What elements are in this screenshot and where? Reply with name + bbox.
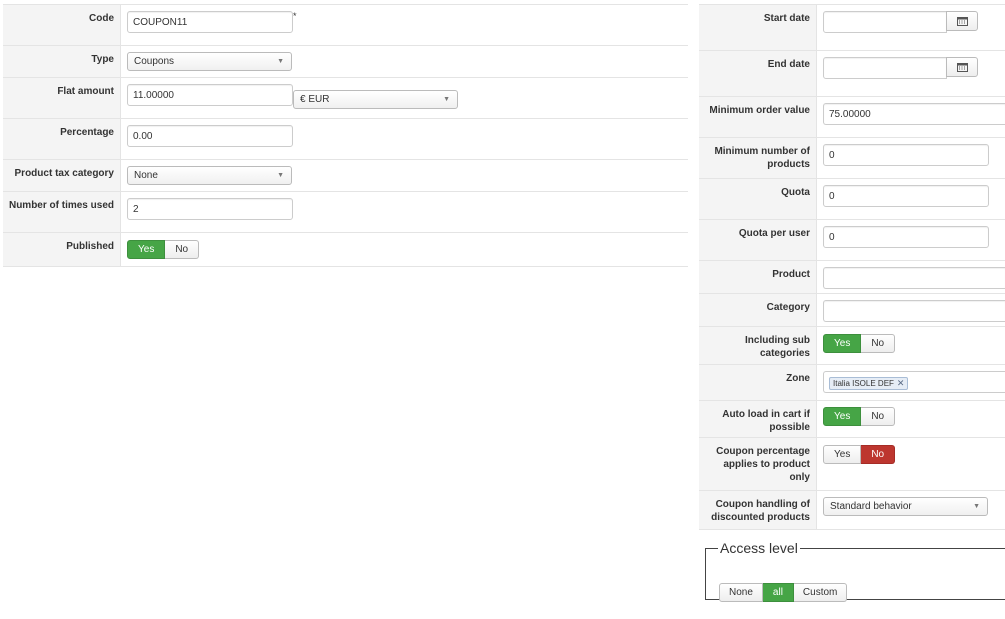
flat-amount-input[interactable] [127, 84, 293, 106]
code-label: Code [3, 5, 121, 46]
chevron-down-icon: ▼ [277, 172, 284, 179]
percentage-input[interactable] [127, 125, 293, 147]
quota-row: Quota [699, 178, 1005, 220]
access-level-toggle: None all Custom [719, 583, 848, 602]
discounted-label: Coupon handling of discounted products [699, 491, 817, 529]
discounted-select[interactable]: Standard behavior ▼ [823, 497, 988, 516]
close-icon[interactable]: ✕ [897, 378, 905, 388]
type-row: Type Coupons ▼ [3, 45, 688, 78]
sub-categories-no-button[interactable]: No [861, 334, 896, 353]
access-all-button[interactable]: all [762, 583, 794, 602]
sub-categories-label: Including sub categories [699, 327, 817, 365]
category-label: Category [699, 294, 817, 327]
tax-category-select[interactable]: None ▼ [127, 166, 292, 185]
times-used-input[interactable] [127, 198, 293, 220]
sub-categories-toggle: Yes No [823, 334, 896, 353]
tax-category-label: Product tax category [3, 160, 121, 192]
type-label: Type [3, 46, 121, 78]
type-select-value: Coupons [134, 56, 175, 67]
zone-row: Zone Italia ISOLE DEF ✕ [699, 364, 1005, 401]
quota-input[interactable] [823, 185, 989, 207]
chevron-down-icon: ▼ [277, 58, 284, 65]
pct-product-no-button[interactable]: No [861, 445, 896, 464]
min-order-input[interactable] [823, 103, 1005, 125]
flat-amount-label: Flat amount [3, 78, 121, 119]
quota-user-input[interactable] [823, 226, 989, 248]
times-used-row: Number of times used [3, 191, 688, 233]
access-level-fieldset: Access level None all Custom [705, 540, 1005, 602]
auto-load-label: Auto load in cart if possible [699, 401, 817, 438]
tax-category-select-value: None [134, 170, 158, 181]
start-date-label: Start date [699, 5, 817, 51]
pct-product-yes-button[interactable]: Yes [823, 445, 862, 464]
pct-product-toggle: Yes No [823, 445, 896, 464]
min-order-label: Minimum order value [699, 97, 817, 138]
zone-label: Zone [699, 365, 817, 401]
percentage-row: Percentage [3, 118, 688, 160]
category-input[interactable] [823, 300, 1005, 322]
auto-load-no-button[interactable]: No [861, 407, 896, 426]
access-level-legend: Access level [720, 540, 798, 556]
code-row: Code * [3, 4, 688, 46]
code-input[interactable] [127, 11, 293, 33]
category-row: Category [699, 293, 1005, 327]
discounted-select-value: Standard behavior [830, 501, 912, 512]
type-select[interactable]: Coupons ▼ [127, 52, 292, 71]
min-products-label: Minimum number of products [699, 138, 817, 179]
quota-user-label: Quota per user [699, 220, 817, 261]
percentage-label: Percentage [3, 119, 121, 160]
published-toggle: Yes No [127, 240, 200, 259]
access-custom-button[interactable]: Custom [793, 583, 848, 602]
calendar-icon [956, 17, 968, 26]
zone-tag: Italia ISOLE DEF ✕ [829, 377, 909, 390]
currency-select-value: € EUR [300, 94, 330, 105]
end-date-label: End date [699, 51, 817, 97]
start-date-row: Start date [699, 4, 1005, 51]
sub-categories-yes-button[interactable]: Yes [823, 334, 862, 353]
calendar-icon [956, 63, 968, 72]
auto-load-yes-button[interactable]: Yes [823, 407, 862, 426]
pct-product-row: Coupon percentage applies to product onl… [699, 437, 1005, 491]
times-used-label: Number of times used [3, 192, 121, 233]
product-row: Product [699, 260, 1005, 294]
published-yes-button[interactable]: Yes [127, 240, 166, 259]
min-products-input[interactable] [823, 144, 989, 166]
product-input[interactable] [823, 267, 1005, 289]
min-products-row: Minimum number of products [699, 137, 1005, 179]
flat-amount-row: Flat amount € EUR ▼ [3, 77, 688, 119]
start-date-input[interactable] [823, 11, 947, 33]
pct-product-label: Coupon percentage applies to product onl… [699, 438, 817, 491]
currency-select[interactable]: € EUR ▼ [293, 90, 458, 109]
sub-categories-row: Including sub categories Yes No [699, 326, 1005, 365]
quota-label: Quota [699, 179, 817, 220]
chevron-down-icon: ▼ [973, 503, 980, 510]
zone-multiselect[interactable]: Italia ISOLE DEF ✕ [823, 371, 1005, 393]
required-mark: * [293, 11, 297, 21]
end-date-row: End date [699, 50, 1005, 97]
published-row: Published Yes No [3, 232, 688, 267]
end-date-input[interactable] [823, 57, 947, 79]
tax-category-row: Product tax category None ▼ [3, 159, 688, 192]
zone-tag-label: Italia ISOLE DEF [833, 379, 894, 388]
auto-load-toggle: Yes No [823, 407, 896, 426]
auto-load-row: Auto load in cart if possible Yes No [699, 400, 1005, 438]
published-label: Published [3, 233, 121, 266]
chevron-down-icon: ▼ [443, 96, 450, 103]
end-date-calendar-button[interactable] [946, 57, 978, 77]
discounted-row: Coupon handling of discounted products S… [699, 490, 1005, 530]
access-none-button[interactable]: None [719, 583, 763, 602]
published-no-button[interactable]: No [165, 240, 200, 259]
product-label: Product [699, 261, 817, 294]
start-date-calendar-button[interactable] [946, 11, 978, 31]
min-order-row: Minimum order value [699, 96, 1005, 138]
quota-user-row: Quota per user [699, 219, 1005, 261]
